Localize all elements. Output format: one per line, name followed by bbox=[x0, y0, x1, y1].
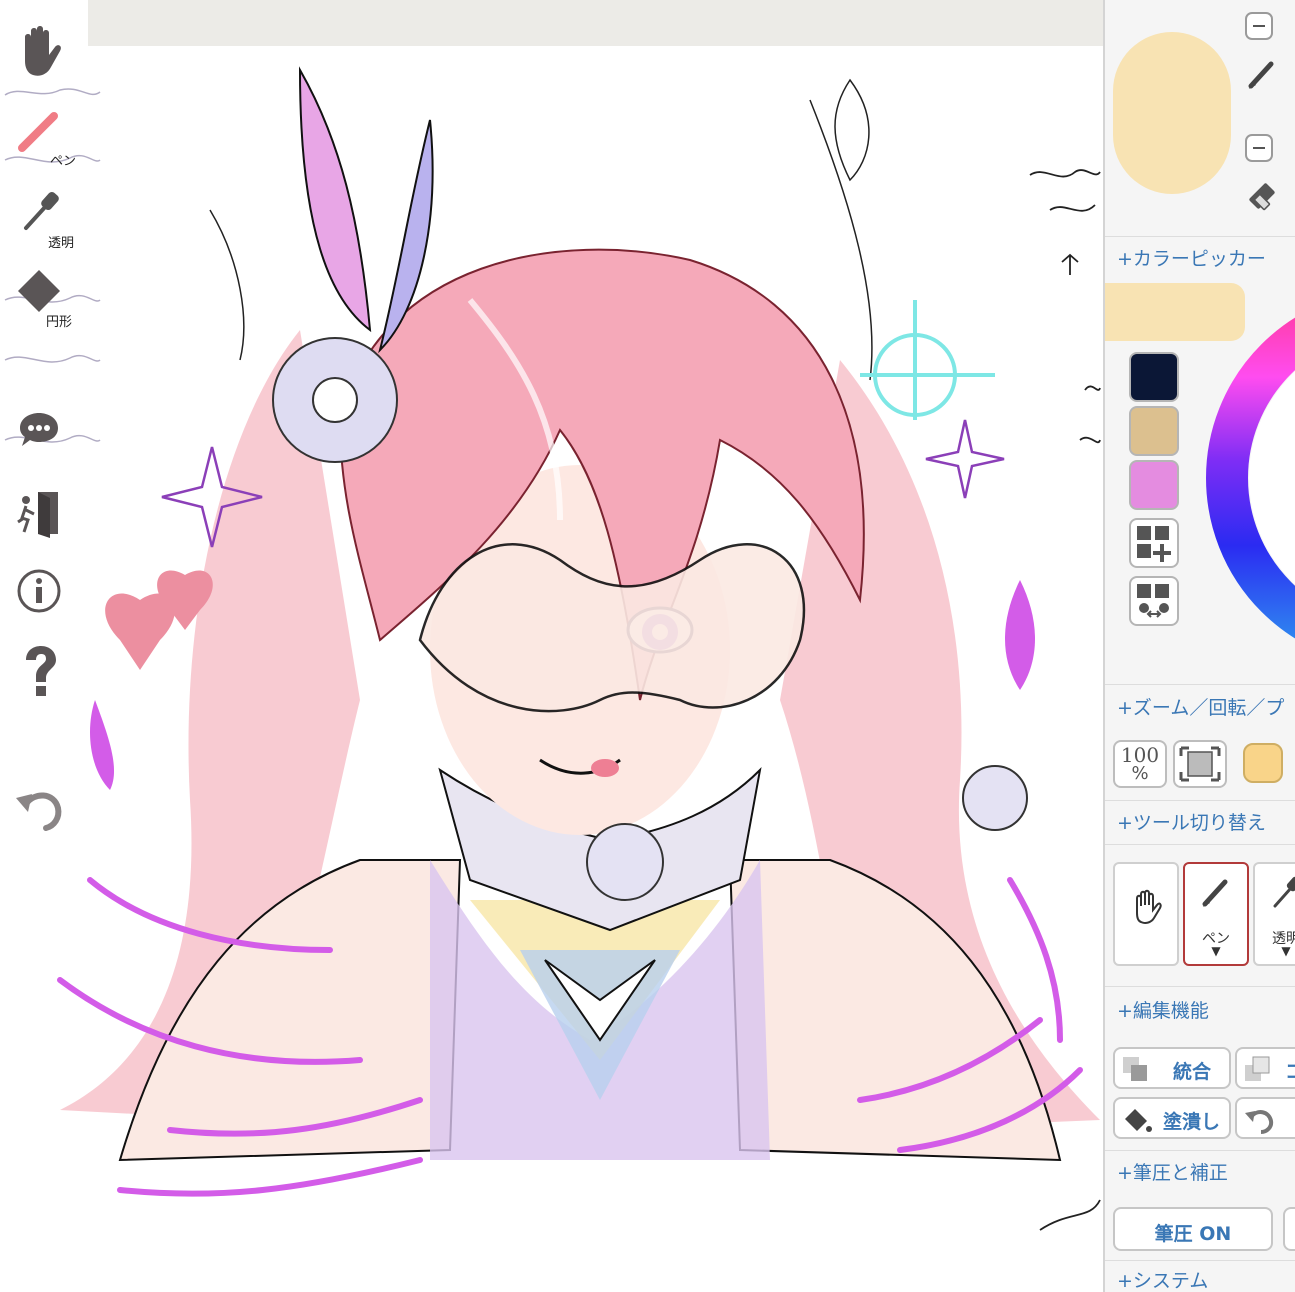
tool-card-pen-arrow: ▼ bbox=[1211, 944, 1221, 958]
merge-label: 統合 bbox=[1173, 1061, 1212, 1083]
add-swatch-button[interactable] bbox=[1129, 518, 1179, 568]
hand-icon bbox=[1136, 889, 1162, 924]
zoom-rotate-header[interactable]: +ズーム／回転／プ bbox=[1117, 693, 1284, 720]
tool-switch-header[interactable]: +ツール切り替え bbox=[1117, 808, 1266, 835]
question-mark-icon bbox=[26, 646, 56, 696]
zoom-100-unit: % bbox=[1131, 763, 1149, 784]
correction-button[interactable] bbox=[1283, 1207, 1295, 1251]
exit-tool[interactable] bbox=[16, 488, 62, 538]
current-color-swatch[interactable] bbox=[1113, 32, 1231, 194]
pen-tool-label: ペン bbox=[50, 154, 77, 169]
hand-icon bbox=[25, 26, 61, 76]
fill-button[interactable]: 塗潰し bbox=[1113, 1097, 1231, 1139]
speech-bubble-icon bbox=[20, 413, 58, 446]
eraser-icon bbox=[1249, 183, 1275, 211]
transparent-tool-label: 透明 bbox=[48, 236, 75, 251]
info-button[interactable] bbox=[16, 568, 62, 614]
info-icon bbox=[17, 569, 61, 613]
eyedropper-icon bbox=[1273, 876, 1295, 908]
pressure-on-button[interactable]: 筆圧 ON bbox=[1113, 1207, 1273, 1251]
undo-button[interactable] bbox=[14, 784, 64, 832]
merge-layers-icon bbox=[1123, 1057, 1147, 1081]
pressure-correction-header[interactable]: +筆圧と補正 bbox=[1117, 1158, 1228, 1185]
palette-swatch-tan[interactable] bbox=[1129, 406, 1179, 456]
artwork-illustration bbox=[4, 66, 1101, 1231]
eyedropper-icon bbox=[24, 191, 59, 230]
undo-edit-button[interactable] bbox=[1235, 1097, 1295, 1139]
tool-card-transparent-arrow: ▼ bbox=[1281, 944, 1291, 958]
zoom-100-button[interactable]: 100 % bbox=[1113, 740, 1167, 788]
left-toolbar: ペン 透明 円形 bbox=[0, 0, 100, 860]
edit-functions-header[interactable]: +編集機能 bbox=[1117, 996, 1209, 1023]
circle-brush-tool[interactable] bbox=[14, 266, 64, 316]
layer-2-minus-button[interactable] bbox=[1245, 134, 1273, 162]
zoom-color-chip[interactable] bbox=[1243, 743, 1283, 783]
tool-card-pen[interactable]: ペン ▼ bbox=[1183, 862, 1249, 966]
grid-plus-icon bbox=[1137, 526, 1171, 562]
palette-swatch-pink[interactable] bbox=[1129, 460, 1179, 510]
grid-swap-icon bbox=[1137, 584, 1169, 618]
system-header[interactable]: +システム bbox=[1117, 1266, 1208, 1292]
undo-icon bbox=[1245, 1110, 1274, 1134]
pencil-icon bbox=[1248, 61, 1274, 89]
pen-icon bbox=[1202, 879, 1228, 907]
paint-bucket-icon bbox=[1125, 1109, 1152, 1132]
tool-panel: +カラーピッカー +ズーム／回転／プ 100 % +ツール切り替え ペン ▼ 透… bbox=[1103, 0, 1295, 1292]
tool-card-hand[interactable] bbox=[1113, 862, 1179, 966]
color-wheel[interactable] bbox=[1205, 308, 1295, 648]
drawing-canvas[interactable]: ペン 透明 円形 bbox=[0, 0, 1103, 1292]
exit-door-icon bbox=[17, 492, 58, 538]
transparent-tool[interactable] bbox=[18, 186, 62, 234]
copy-label: コ bbox=[1285, 1057, 1295, 1084]
pen-tool[interactable] bbox=[18, 108, 62, 152]
hand-tool[interactable] bbox=[14, 22, 68, 80]
pen-icon bbox=[18, 112, 58, 152]
copy-layer-icon bbox=[1245, 1056, 1270, 1081]
copy-button[interactable]: コ bbox=[1235, 1047, 1295, 1089]
color-picker-header[interactable]: +カラーピッカー bbox=[1117, 244, 1266, 271]
layer-1-minus-button[interactable] bbox=[1245, 12, 1273, 40]
palette-swatch-navy[interactable] bbox=[1129, 352, 1179, 402]
fill-label: 塗潰し bbox=[1163, 1111, 1221, 1133]
diamond-icon bbox=[18, 270, 60, 312]
chat-tool[interactable] bbox=[16, 410, 62, 450]
circle-tool-label: 円形 bbox=[46, 315, 73, 330]
tool-card-transparent[interactable]: 透明 ▼ bbox=[1253, 862, 1295, 966]
merge-button[interactable]: 統合 bbox=[1113, 1047, 1231, 1089]
help-button[interactable] bbox=[18, 644, 62, 700]
undo-icon bbox=[16, 792, 62, 831]
fit-screen-button[interactable] bbox=[1173, 740, 1227, 788]
pressure-on-label: 筆圧 ON bbox=[1154, 1223, 1232, 1245]
fit-screen-icon bbox=[1179, 746, 1221, 782]
swap-swatch-button[interactable] bbox=[1129, 576, 1179, 626]
